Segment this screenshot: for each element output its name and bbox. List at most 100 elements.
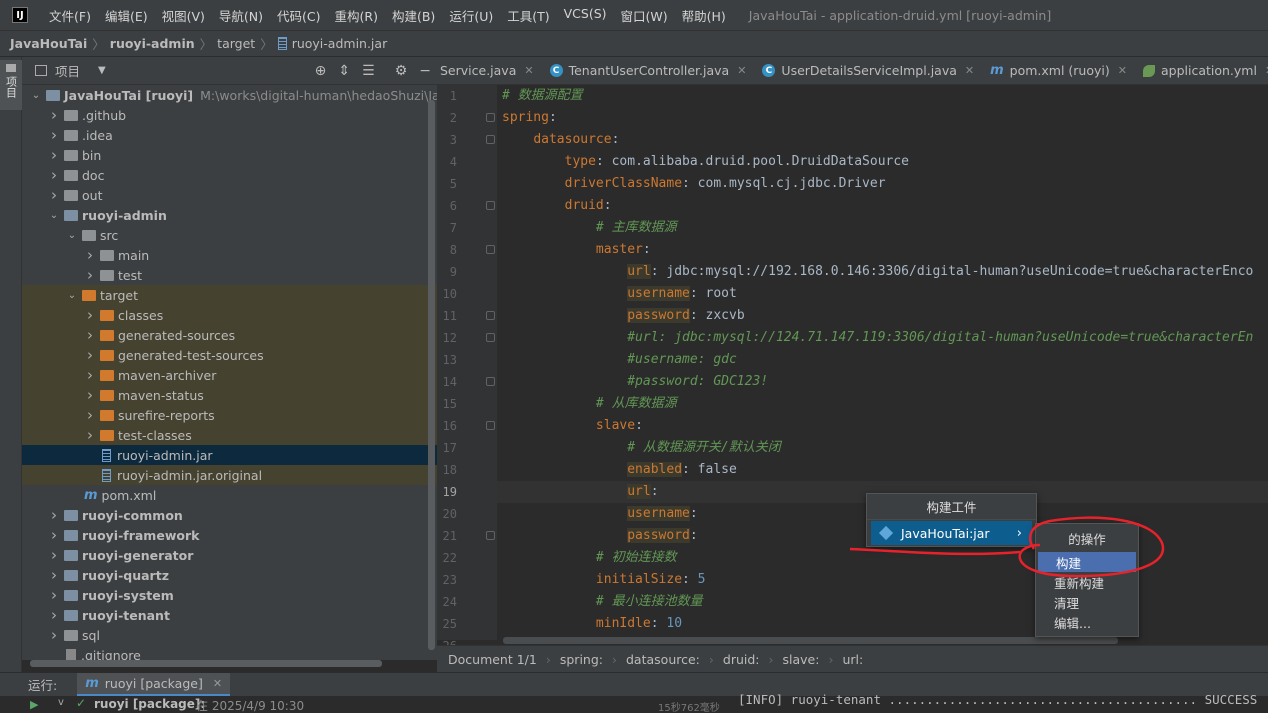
editor-tab[interactable]: application.yml✕	[1135, 57, 1268, 84]
close-icon[interactable]: ✕	[524, 64, 533, 77]
project-tool-tab[interactable]: 项目	[0, 60, 22, 110]
tree-item[interactable]: ruoyi-admin.jar	[22, 445, 437, 465]
chevron-down-icon[interactable]: ⌄	[66, 230, 78, 241]
tree-item[interactable]: › maven-archiver	[22, 365, 437, 385]
editor-tab[interactable]: C UserDetailsServiceImpl.java ✕	[754, 57, 982, 84]
chevron-right-icon[interactable]: ›	[48, 586, 60, 604]
menu-item-11[interactable]: 帮助(H)	[675, 6, 733, 25]
path-datasource[interactable]: datasource:	[626, 652, 700, 667]
chevron-down-icon[interactable]: ⌄	[48, 210, 60, 221]
fold-icon[interactable]	[486, 333, 495, 342]
tree-item[interactable]: › doc	[22, 165, 437, 185]
tree-item[interactable]: › generated-sources	[22, 325, 437, 345]
menu-item-2[interactable]: 视图(V)	[155, 6, 212, 25]
action-edit[interactable]: 编辑...	[1036, 612, 1138, 632]
editor-tab[interactable]: Service.java ✕	[437, 57, 542, 84]
tree-scrollbar-horizontal[interactable]	[30, 660, 382, 667]
tree-item[interactable]: ⌄ ruoyi-admin	[22, 205, 437, 225]
close-icon[interactable]: ✕	[213, 677, 222, 690]
tree-item[interactable]: m pom.xml	[22, 485, 437, 505]
tree-item[interactable]: › bin	[22, 145, 437, 165]
run-row-label[interactable]: ruoyi [package]:	[94, 697, 205, 711]
code-line[interactable]: datasource:	[497, 129, 1268, 151]
chevron-down-icon[interactable]: ▼	[98, 65, 106, 76]
chevron-right-icon[interactable]: ›	[48, 106, 60, 124]
menu-item-1[interactable]: 编辑(E)	[98, 6, 155, 25]
tree-item[interactable]: ⌄ target	[22, 285, 437, 305]
action-build[interactable]: 构建	[1038, 552, 1136, 572]
tree-item[interactable]: › ruoyi-system	[22, 585, 437, 605]
artifact-item[interactable]: JavaHouTai:jar ›	[871, 521, 1032, 545]
menu-item-8[interactable]: 工具(T)	[500, 6, 556, 25]
path-slave[interactable]: slave:	[783, 652, 820, 667]
editor-tab[interactable]: m pom.xml (ruoyi) ✕	[982, 57, 1135, 84]
menu-item-4[interactable]: 代码(C)	[270, 6, 327, 25]
chevron-right-icon[interactable]: ›	[84, 386, 96, 404]
code-line[interactable]: # 从数据源开关/默认关闭	[497, 437, 1268, 459]
code-line[interactable]: driverClassName: com.mysql.cj.jdbc.Drive…	[497, 173, 1268, 195]
fold-icon[interactable]	[486, 245, 495, 254]
path-spring[interactable]: spring:	[560, 652, 603, 667]
tree-item[interactable]: › ruoyi-generator	[22, 545, 437, 565]
editor-scrollbar-horizontal[interactable]	[503, 637, 1118, 644]
tree-item[interactable]: › generated-test-sources	[22, 345, 437, 365]
code-editor[interactable]: # 数据源配置 spring: datasource: type: com.ali…	[497, 85, 1268, 640]
breadcrumb-project[interactable]: JavaHouTai	[10, 36, 87, 51]
tree-item[interactable]: › sql	[22, 625, 437, 645]
code-line[interactable]: # 主库数据源	[497, 217, 1268, 239]
tree-item[interactable]: ⌄ src	[22, 225, 437, 245]
chevron-right-icon[interactable]: ›	[48, 566, 60, 584]
chevron-right-icon[interactable]: ›	[48, 526, 60, 544]
code-line[interactable]: initialSize: 5	[497, 569, 1268, 591]
menu-item-7[interactable]: 运行(U)	[442, 6, 500, 25]
code-line[interactable]: druid:	[497, 195, 1268, 217]
tree-item[interactable]: › ruoyi-tenant	[22, 605, 437, 625]
intellij-logo-icon[interactable]: IJ	[12, 7, 28, 23]
document-indicator[interactable]: Document 1/1	[448, 652, 537, 667]
menu-item-0[interactable]: 文件(F)	[42, 6, 98, 25]
close-icon[interactable]: ✕	[1118, 64, 1127, 77]
collapse-all-icon[interactable]: ☰	[362, 63, 375, 79]
chevron-right-icon[interactable]: ›	[48, 166, 60, 184]
gear-icon[interactable]: ⚙	[395, 63, 408, 79]
tree-scrollbar-vertical[interactable]	[428, 100, 435, 650]
chevron-right-icon[interactable]: ›	[48, 126, 60, 144]
code-line[interactable]: slave:	[497, 415, 1268, 437]
code-line[interactable]: type: com.alibaba.druid.pool.DruidDataSo…	[497, 151, 1268, 173]
menu-item-9[interactable]: VCS(S)	[557, 6, 614, 25]
code-line[interactable]: # 初始连接数	[497, 547, 1268, 569]
chevron-right-icon[interactable]: ›	[48, 606, 60, 624]
code-line[interactable]: enabled: false	[497, 459, 1268, 481]
close-icon[interactable]: ✕	[965, 64, 974, 77]
tree-item[interactable]: › test-classes	[22, 425, 437, 445]
fold-icon[interactable]	[486, 113, 495, 122]
chevron-right-icon[interactable]: ›	[84, 246, 96, 264]
fold-icon[interactable]	[486, 531, 495, 540]
code-line[interactable]: url: jdbc:mysql://192.168.0.146:3306/dig…	[497, 261, 1268, 283]
close-icon[interactable]: ✕	[737, 64, 746, 77]
chevron-right-icon[interactable]: ›	[48, 506, 60, 524]
code-line[interactable]: master:	[497, 239, 1268, 261]
action-rebuild[interactable]: 重新构建	[1036, 572, 1138, 592]
fold-icon[interactable]	[486, 201, 495, 210]
chevron-right-icon[interactable]: ›	[84, 306, 96, 324]
fold-icon[interactable]	[486, 377, 495, 386]
tree-item[interactable]: › maven-status	[22, 385, 437, 405]
code-line[interactable]: spring:	[497, 107, 1268, 129]
code-line[interactable]: # 最小连接池数量	[497, 591, 1268, 613]
chevron-down-icon[interactable]: v	[58, 697, 64, 708]
fold-icon[interactable]	[486, 135, 495, 144]
tree-item[interactable]: › ruoyi-quartz	[22, 565, 437, 585]
chevron-right-icon[interactable]: ›	[48, 546, 60, 564]
code-line[interactable]: #password: GDC123!	[497, 371, 1268, 393]
tree-item[interactable]: › test	[22, 265, 437, 285]
chevron-right-icon[interactable]: ›	[84, 406, 96, 424]
breadcrumb-folder[interactable]: target	[217, 36, 255, 51]
menu-item-5[interactable]: 重构(R)	[328, 6, 385, 25]
chevron-right-icon[interactable]: ›	[84, 426, 96, 444]
code-line[interactable]: password: zxcvb	[497, 305, 1268, 327]
minimize-icon[interactable]: −	[419, 63, 431, 79]
tree-item[interactable]: › out	[22, 185, 437, 205]
tree-item[interactable]: › main	[22, 245, 437, 265]
fold-icon[interactable]	[486, 311, 495, 320]
